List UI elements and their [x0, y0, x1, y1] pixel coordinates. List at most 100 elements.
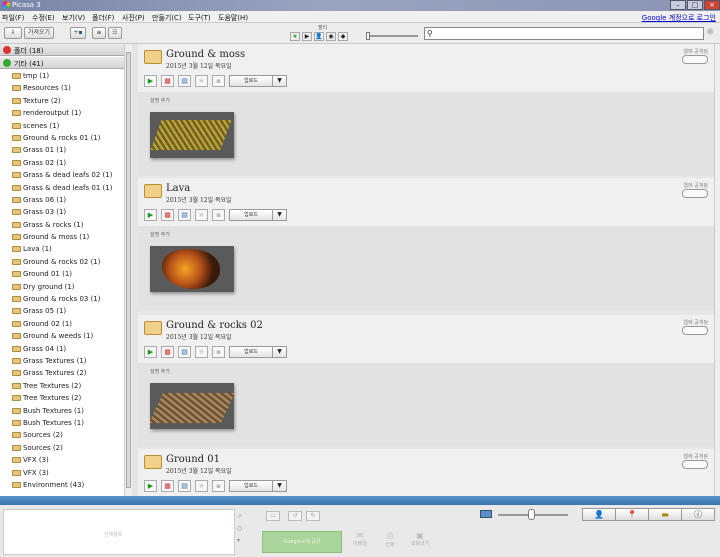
sidebar-folder-item[interactable]: Ground & rocks 02 (1): [0, 256, 124, 268]
add-description-link[interactable]: 설명 추가: [150, 231, 170, 238]
movie-icon[interactable]: ▤: [178, 75, 191, 87]
upload-button[interactable]: 업로드: [229, 209, 273, 221]
sidebar-folder-item[interactable]: Sources (2): [0, 442, 124, 454]
search-input[interactable]: ⚲: [424, 27, 704, 40]
geotag-filter-icon[interactable]: ◉: [326, 32, 336, 41]
album-title[interactable]: Ground & rocks 02: [166, 320, 263, 331]
sidebar-folder-item[interactable]: Sources (2): [0, 429, 124, 441]
menu-file[interactable]: 파일(F): [2, 13, 24, 23]
add-description-link[interactable]: 설명 추가: [150, 97, 170, 104]
sidebar-folder-item[interactable]: Ground 02 (1): [0, 318, 124, 330]
upload-button[interactable]: 업로드: [229, 346, 273, 358]
folder-icon[interactable]: ▬: [648, 508, 682, 521]
sidebar-folder-item[interactable]: Grass Textures (2): [0, 367, 124, 379]
flag-icon[interactable]: ▭: [266, 511, 280, 521]
sidebar-folder-item[interactable]: VFX (3): [0, 454, 124, 466]
slideshow-icon[interactable]: ▶: [144, 75, 157, 87]
sidebar-folder-item[interactable]: Grass 05 (1): [0, 305, 124, 317]
sidebar-folder-item[interactable]: Ground & rocks 01 (1): [0, 132, 124, 144]
info-icon[interactable]: ⓘ: [681, 508, 715, 521]
collage-icon[interactable]: ▦: [161, 75, 174, 87]
movie-icon[interactable]: ▤: [178, 480, 191, 492]
date-filter-slider-handle[interactable]: [366, 32, 370, 40]
sidebar-folder-item[interactable]: Grass & dead leafs 02 (1): [0, 169, 124, 181]
sidebar-folder-item[interactable]: Grass 03 (1): [0, 206, 124, 218]
people-filter-icon[interactable]: 👤: [314, 32, 324, 41]
import-icon[interactable]: ⇩: [4, 27, 22, 39]
list-view-button[interactable]: ≡: [92, 27, 106, 39]
sidebar-folder-item[interactable]: Bush Textures (1): [0, 405, 124, 417]
sidebar-folder-item[interactable]: Resources (1): [0, 82, 124, 94]
star-icon[interactable]: ★: [195, 209, 208, 221]
star-filter-icon[interactable]: ★: [290, 32, 300, 41]
upload-dropdown-icon[interactable]: ▼: [273, 209, 287, 221]
album-title[interactable]: Ground 01: [166, 454, 220, 465]
menu-view[interactable]: 보기(V): [62, 13, 85, 23]
sidebar-folder-item[interactable]: Grass 04 (1): [0, 343, 124, 355]
sidebar-folder-item[interactable]: Grass Textures (1): [0, 355, 124, 367]
tray-separator[interactable]: [0, 496, 720, 505]
collage-icon[interactable]: ▦: [161, 480, 174, 492]
web-share-toggle[interactable]: [682, 326, 708, 335]
tree-view-button[interactable]: ☷: [108, 27, 122, 39]
sidebar-scrollbar[interactable]: [124, 44, 132, 496]
sidebar-folder-item[interactable]: Grass 06 (1): [0, 194, 124, 206]
pin-icon[interactable]: 📍: [615, 508, 649, 521]
upload-button[interactable]: 업로드: [229, 480, 273, 492]
star-icon[interactable]: ★: [195, 480, 208, 492]
sidebar-folder-item[interactable]: renderoutput (1): [0, 107, 124, 119]
upload-dropdown-icon[interactable]: ▼: [273, 480, 287, 492]
main-scrollbar[interactable]: [714, 44, 720, 496]
new-album-button[interactable]: +▪: [70, 27, 86, 39]
sidebar-folder-item[interactable]: Environment (43): [0, 479, 124, 491]
web-share-toggle[interactable]: [682, 460, 708, 469]
clear-tray-icon[interactable]: ○: [237, 523, 242, 535]
email-action[interactable]: ✉ 이메일: [346, 531, 374, 547]
video-filter-icon[interactable]: ▶: [302, 32, 312, 41]
slideshow-icon[interactable]: ▶: [144, 480, 157, 492]
share-google-plus-button[interactable]: Google+에 공유: [262, 531, 342, 553]
sidebar-folder-item[interactable]: Grass & dead leafs 01 (1): [0, 182, 124, 194]
album-title[interactable]: Lava: [166, 183, 190, 194]
slideshow-icon[interactable]: ▶: [144, 209, 157, 221]
sidebar-folder-item[interactable]: Ground & moss (1): [0, 231, 124, 243]
upload-button[interactable]: 업로드: [229, 75, 273, 87]
rotate-right-icon[interactable]: ↻: [306, 511, 320, 521]
photo-thumbnail[interactable]: [150, 383, 234, 429]
movie-icon[interactable]: ▤: [178, 346, 191, 358]
sidebar-folder-item[interactable]: VFX (3): [0, 467, 124, 479]
sidebar-folder-item[interactable]: Ground & weeds (1): [0, 330, 124, 342]
menu-tools[interactable]: 도구(T): [188, 13, 211, 23]
collage-icon[interactable]: ▦: [161, 209, 174, 221]
sidebar-folder-item[interactable]: Ground & rocks 03 (1): [0, 293, 124, 305]
sidebar-folder-item[interactable]: Texture (2): [0, 95, 124, 107]
collage-icon[interactable]: ▦: [161, 346, 174, 358]
menu-folder[interactable]: 폴더(F): [92, 13, 114, 23]
sidebar-folder-item[interactable]: Grass & rocks (1): [0, 219, 124, 231]
thumbnail-size-slider[interactable]: [528, 509, 535, 520]
album-title[interactable]: Ground & moss: [166, 49, 245, 60]
web-share-toggle[interactable]: [682, 189, 708, 198]
photo-thumbnail[interactable]: [150, 246, 234, 292]
rotate-left-icon[interactable]: ↺: [288, 511, 302, 521]
sidebar-folder-item[interactable]: Tree Textures (2): [0, 392, 124, 404]
menu-create[interactable]: 만들기(C): [152, 13, 182, 23]
star-icon[interactable]: ★: [195, 75, 208, 87]
save-icon[interactable]: ▪: [212, 480, 225, 492]
save-icon[interactable]: ▪: [212, 209, 225, 221]
sidebar-scroll-thumb[interactable]: [126, 52, 131, 488]
sidebar-folder-item[interactable]: Grass 01 (1): [0, 144, 124, 156]
sidebar-folder-item[interactable]: Dry ground (1): [0, 281, 124, 293]
menu-photo[interactable]: 사진(P): [122, 13, 145, 23]
tag-filter-icon[interactable]: ◆: [338, 32, 348, 41]
sidebar-section-folders[interactable]: 폴더 (18): [0, 44, 124, 56]
print-action[interactable]: ⎙ 인쇄: [376, 531, 404, 548]
movie-icon[interactable]: ▤: [178, 209, 191, 221]
close-button[interactable]: ×: [704, 0, 720, 10]
sidebar-folder-item[interactable]: Grass 02 (1): [0, 157, 124, 169]
add-to-album-icon[interactable]: ▾: [237, 535, 242, 547]
import-button[interactable]: 가져오기: [24, 27, 54, 39]
star-icon[interactable]: ★: [195, 346, 208, 358]
sidebar-folder-item[interactable]: Tree Textures (2): [0, 380, 124, 392]
upload-dropdown-icon[interactable]: ▼: [273, 346, 287, 358]
